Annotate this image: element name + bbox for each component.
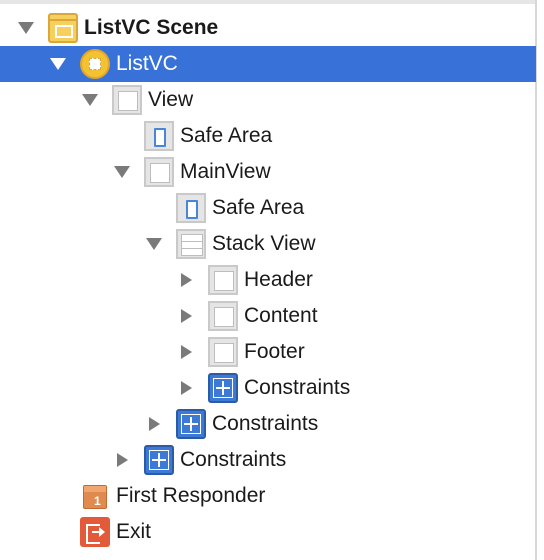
top-divider xyxy=(0,0,536,4)
outline-row-label: Content xyxy=(244,304,318,327)
icon-detail xyxy=(184,423,198,425)
triangle-icon xyxy=(50,58,66,70)
outline-row-listvc-scene[interactable]: ListVC Scene xyxy=(0,10,536,46)
triangle-icon xyxy=(148,417,160,431)
outline-row-label: Exit xyxy=(116,520,152,543)
view-icon xyxy=(112,85,142,115)
outline-row-label: Constraints xyxy=(212,412,319,435)
view-icon xyxy=(144,157,174,187)
stack-row-shape xyxy=(181,248,203,256)
disclosure-collapsed-icon[interactable] xyxy=(176,262,196,298)
outline-row-footer[interactable]: Footer xyxy=(0,334,536,370)
outline-row-label: Constraints xyxy=(180,448,287,471)
outline-row-label: MainView xyxy=(180,160,271,183)
outline-row-label: Footer xyxy=(244,340,305,363)
icon-detail xyxy=(99,527,105,537)
triangle-icon xyxy=(180,309,192,323)
triangle-icon xyxy=(114,166,130,178)
icon-detail xyxy=(216,387,230,389)
safe-area-icon xyxy=(144,121,174,151)
constraints-icon xyxy=(176,409,206,439)
outline-row-constraints[interactable]: Constraints xyxy=(0,370,536,406)
outline-row-label: Header xyxy=(244,268,313,291)
outline-row-constraints[interactable]: Constraints xyxy=(0,406,536,442)
first-responder-icon: 1 xyxy=(80,481,110,511)
exit-icon xyxy=(80,517,110,547)
disclosure-collapsed-icon[interactable] xyxy=(176,370,196,406)
outline-row-label: ListVC Scene xyxy=(84,16,219,39)
outline-row-exit[interactable]: Exit xyxy=(0,514,536,550)
triangle-icon xyxy=(146,238,162,250)
disclosure-collapsed-icon[interactable] xyxy=(144,406,164,442)
disclosure-collapsed-icon[interactable] xyxy=(176,334,196,370)
outline-row-safe-area[interactable]: Safe Area xyxy=(0,118,536,154)
outline-row-stack-view[interactable]: Stack View xyxy=(0,226,536,262)
outline-row-listvc[interactable]: ListVC xyxy=(0,46,536,82)
disclosure-expanded-icon[interactable] xyxy=(80,82,100,118)
outline-row-label: Safe Area xyxy=(180,124,273,147)
outline-row-label: Constraints xyxy=(244,376,351,399)
triangle-icon xyxy=(180,273,192,287)
outline-row-mainview[interactable]: MainView xyxy=(0,154,536,190)
triangle-icon xyxy=(82,94,98,106)
scene-icon xyxy=(48,13,78,43)
safe-area-icon xyxy=(176,193,206,223)
outline-row-label: ListVC xyxy=(116,52,178,75)
cube-glyph: 1 xyxy=(94,494,101,508)
outline-row-safe-area[interactable]: Safe Area xyxy=(0,190,536,226)
outline-row-view[interactable]: View xyxy=(0,82,536,118)
triangle-icon xyxy=(180,345,192,359)
disclosure-expanded-icon[interactable] xyxy=(16,10,36,46)
triangle-icon xyxy=(180,381,192,395)
outline-row-constraints[interactable]: Constraints xyxy=(0,442,536,478)
outline-row-content[interactable]: Content xyxy=(0,298,536,334)
view-icon xyxy=(208,337,238,367)
stack-view-icon xyxy=(176,229,206,259)
constraints-icon xyxy=(208,373,238,403)
icon-detail xyxy=(152,459,166,461)
disclosure-expanded-icon[interactable] xyxy=(112,154,132,190)
outline-row-label: Stack View xyxy=(212,232,316,255)
disclosure-collapsed-icon[interactable] xyxy=(176,298,196,334)
outline-row-header[interactable]: Header xyxy=(0,262,536,298)
outline-row-label: Safe Area xyxy=(212,196,305,219)
disclosure-expanded-icon[interactable] xyxy=(48,46,68,82)
outline-row-first-responder[interactable]: 1 First Responder xyxy=(0,478,536,514)
view-icon xyxy=(208,301,238,331)
constraints-icon xyxy=(144,445,174,475)
disclosure-collapsed-icon[interactable] xyxy=(112,442,132,478)
document-outline: ListVC Scene ListVC View Safe Area MainView S… xyxy=(0,0,544,560)
outline-row-label: First Responder xyxy=(116,484,266,507)
triangle-icon xyxy=(116,453,128,467)
view-icon xyxy=(208,265,238,295)
disclosure-expanded-icon[interactable] xyxy=(144,226,164,262)
outline-row-label: View xyxy=(148,88,194,111)
triangle-icon xyxy=(18,22,34,34)
view-controller-icon xyxy=(80,49,110,79)
cube-shape: 1 xyxy=(83,485,107,509)
